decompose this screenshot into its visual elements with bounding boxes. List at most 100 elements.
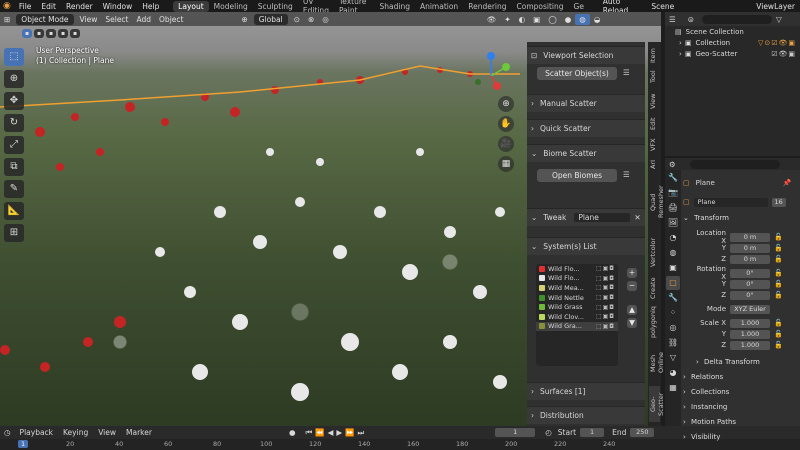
move-down-button[interactable]: ▼: [627, 318, 637, 328]
scale-icon[interactable]: ⤢: [4, 136, 24, 154]
delta-transform-header[interactable]: › Delta Transform: [696, 358, 760, 366]
collections-header[interactable]: › Collections: [683, 388, 729, 396]
location-y-field[interactable]: 0 m: [730, 243, 770, 253]
menu-file[interactable]: File: [14, 2, 37, 11]
frame-number[interactable]: 1: [18, 440, 29, 448]
tab-view[interactable]: View: [649, 92, 660, 110]
relations-header[interactable]: › Relations: [683, 373, 723, 381]
tab-geometry[interactable]: Ge: [569, 1, 589, 12]
tab-vertcolor[interactable]: Vertcolor: [649, 232, 660, 272]
pan-hand-icon[interactable]: ✋: [498, 116, 514, 132]
list-item[interactable]: Wild Mea... ⬚▣◘: [536, 283, 618, 293]
list-item[interactable]: Wild Grass ⬚▣◘: [536, 302, 618, 312]
axis-gizmo-icon[interactable]: [470, 52, 512, 94]
scale-y-field[interactable]: 1.000: [730, 329, 770, 339]
tab-quad-remesher[interactable]: Quad Remesher: [649, 176, 665, 228]
system-visibility-icons[interactable]: ⬚▣◘: [596, 265, 615, 272]
move-up-button[interactable]: ▲: [627, 305, 637, 315]
timeline-menu-marker[interactable]: Marker: [121, 428, 157, 437]
lock-icon[interactable]: 🔓: [774, 319, 783, 327]
shading-rendered-icon[interactable]: ◒: [590, 14, 605, 25]
system-visibility-icons[interactable]: ⬚▣◘: [596, 313, 615, 320]
tab-create[interactable]: Create: [649, 276, 660, 300]
open-biomes-button[interactable]: Open Biomes: [537, 169, 617, 182]
collection-toggle-icons[interactable]: ▽⊙☑👁▣: [758, 39, 796, 47]
menu-render[interactable]: Render: [61, 2, 98, 11]
menu-window[interactable]: Window: [98, 2, 138, 11]
editor-type-icon[interactable]: ⊞: [0, 14, 14, 25]
filter-icon[interactable]: ▽: [776, 15, 782, 24]
select-invert-icon[interactable]: ▪: [58, 29, 68, 38]
transform-icon[interactable]: ⧉: [4, 158, 24, 176]
select-box-icon[interactable]: ⬚: [4, 48, 24, 66]
tweak-object-field[interactable]: Plane: [574, 213, 631, 222]
biome-scatter-header[interactable]: ⌄ Biome Scatter: [527, 144, 645, 162]
expand-icon[interactable]: ›: [679, 39, 682, 47]
scale-x-field[interactable]: 1.000: [730, 318, 770, 328]
camera-icon[interactable]: 🎥: [498, 136, 514, 152]
timeline-menu-playback[interactable]: Playback: [15, 428, 58, 437]
viewport-menu-select[interactable]: Select: [101, 14, 132, 25]
annotate-icon[interactable]: ✎: [4, 180, 24, 198]
move-icon[interactable]: ✥: [4, 92, 24, 110]
constraints-tab-icon[interactable]: ⛓: [666, 336, 680, 350]
lock-icon[interactable]: 🔓: [774, 330, 783, 338]
clock-icon[interactable]: ◴: [545, 428, 552, 437]
tool-tab-icon[interactable]: 🔧: [666, 171, 680, 185]
timeline-editor-icon[interactable]: ◷: [0, 428, 15, 437]
render-tab-icon[interactable]: 📷: [666, 186, 680, 200]
expand-icon[interactable]: ›: [679, 50, 682, 58]
scale-z-field[interactable]: 1.000: [730, 340, 770, 350]
tab-item[interactable]: Item: [649, 48, 660, 64]
rotation-mode-dropdown[interactable]: XYZ Euler: [730, 304, 770, 314]
object-data-icon[interactable]: ▢: [683, 198, 690, 206]
outliner-editor-icon[interactable]: ☰: [669, 15, 676, 24]
mode-selector[interactable]: Object Mode: [16, 13, 74, 25]
viewport-selection-header[interactable]: ⊡ Viewport Selection: [527, 46, 645, 64]
timeline-menu-view[interactable]: View: [93, 428, 121, 437]
surfaces-header[interactable]: › Surfaces [1]: [527, 382, 645, 400]
quick-scatter-header[interactable]: › Quick Scatter: [527, 119, 645, 137]
system-visibility-icons[interactable]: ⬚▣◘: [596, 294, 615, 301]
collection-tab-icon[interactable]: ▣: [666, 261, 680, 275]
list-item[interactable]: Wild Flo... ⬚▣◘: [536, 264, 618, 274]
tab-sculpting[interactable]: Sculpting: [253, 1, 298, 12]
close-icon[interactable]: ✕: [634, 213, 640, 222]
system-visibility-icons[interactable]: ⬚▣◘: [596, 275, 615, 282]
geo-scatter-toggle-icons[interactable]: ☑👁▣: [771, 50, 796, 58]
system-visibility-icons[interactable]: ⬚▣◘: [596, 304, 615, 311]
output-tab-icon[interactable]: 🖨: [666, 201, 680, 215]
zoom-icon[interactable]: ⊕: [498, 96, 514, 112]
overlay-icon[interactable]: ◐: [515, 14, 530, 25]
scene-tab-icon[interactable]: ◔: [666, 231, 680, 245]
select-intersect-icon[interactable]: ▪: [70, 29, 80, 38]
physics-tab-icon[interactable]: ◎: [666, 321, 680, 335]
distribution-header[interactable]: › Distribution: [527, 406, 645, 424]
location-x-field[interactable]: 0 m: [730, 232, 770, 242]
add-cube-icon[interactable]: ⊞: [4, 224, 24, 242]
modifier-tab-icon[interactable]: 🔧: [666, 291, 680, 305]
tab-ari[interactable]: ArI: [649, 158, 660, 170]
lock-icon[interactable]: 🔓: [774, 291, 783, 299]
visibility-header[interactable]: › Visibility: [683, 433, 720, 441]
shading-wireframe-icon[interactable]: ◯: [544, 14, 560, 25]
lock-icon[interactable]: 🔓: [774, 244, 783, 252]
start-frame-field[interactable]: 1: [580, 428, 605, 437]
tab-edit[interactable]: Edit: [649, 116, 660, 132]
world-tab-icon[interactable]: ◍: [666, 246, 680, 260]
geo-scatter-row[interactable]: › ▣ Geo-Scatter ☑👁▣: [665, 48, 800, 59]
menu-help[interactable]: Help: [137, 2, 164, 11]
select-subtract-icon[interactable]: ▪: [46, 29, 56, 38]
xray-icon[interactable]: ▣: [529, 14, 544, 25]
tab-compositing[interactable]: Compositing: [512, 1, 569, 12]
lock-icon[interactable]: 🔓: [774, 255, 783, 263]
tab-layout[interactable]: Layout: [173, 0, 209, 12]
object-tab-icon[interactable]: ▢: [666, 276, 680, 290]
shading-solid-icon[interactable]: ●: [561, 14, 576, 25]
blender-logo-icon[interactable]: ◉: [3, 1, 11, 11]
motion-paths-header[interactable]: › Motion Paths: [683, 418, 736, 426]
collection-row[interactable]: › ▣ Collection ▽⊙☑👁▣: [665, 37, 800, 48]
scene-selector[interactable]: Scene: [646, 2, 679, 11]
visibility-icon[interactable]: 👁: [483, 14, 501, 25]
outliner-search-input[interactable]: [702, 14, 773, 24]
